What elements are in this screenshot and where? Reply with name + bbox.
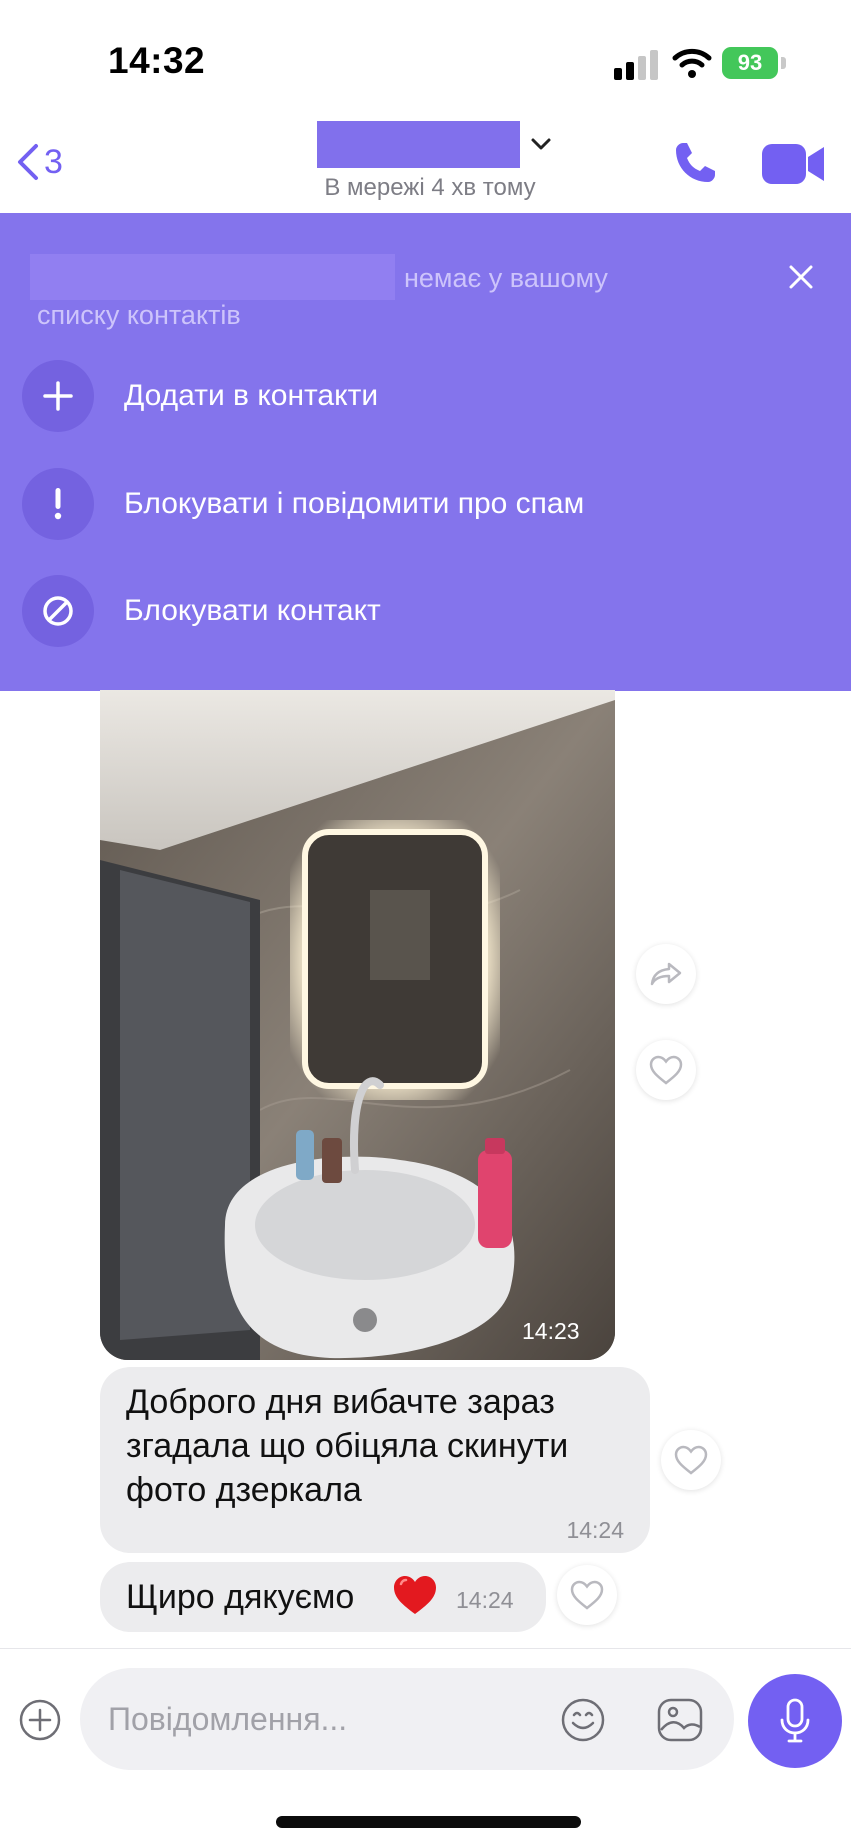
home-indicator[interactable] — [276, 1816, 581, 1828]
message-bubble[interactable]: Щиро дякуємо 14:24 — [100, 1562, 546, 1632]
message-input[interactable] — [80, 1668, 734, 1770]
add-to-contacts-label: Додати в контакти — [124, 379, 379, 412]
photo-message[interactable] — [100, 690, 615, 1360]
message-line: Доброго дня вибачте зараз — [126, 1383, 555, 1421]
block-and-report-spam-button[interactable]: Блокувати і повідомити про спам — [22, 467, 722, 541]
close-icon[interactable] — [786, 262, 816, 292]
microphone-icon — [780, 1698, 810, 1743]
heart-icon — [649, 1055, 683, 1085]
heart-icon — [570, 1580, 604, 1610]
message-bubble[interactable]: Доброго дня вибачте зараз згадала що обі… — [100, 1367, 650, 1553]
emoji-icon[interactable] — [560, 1697, 606, 1743]
cellular-signal-icon — [614, 50, 658, 80]
plus-circle-icon[interactable] — [18, 1698, 62, 1742]
heart-icon — [674, 1445, 708, 1475]
message-line: фото дзеркала — [126, 1471, 362, 1509]
banner-contact-name-redacted — [30, 254, 395, 300]
status-time: 14:32 — [108, 40, 206, 81]
message-text: Щиро дякуємо — [126, 1578, 355, 1616]
voice-message-button[interactable] — [748, 1674, 842, 1768]
back-button[interactable]: 3 — [14, 142, 63, 182]
block-and-report-spam-label: Блокувати і повідомити про спам — [124, 487, 585, 520]
banner-notice-line1: немає у вашому — [404, 263, 608, 293]
red-heart-icon — [394, 1576, 436, 1614]
message-time: 14:23 — [522, 1318, 580, 1344]
add-to-contacts-button[interactable]: Додати в контакти — [22, 359, 722, 433]
chevron-down-icon[interactable] — [530, 136, 552, 152]
like-button[interactable] — [661, 1430, 721, 1490]
share-icon — [650, 962, 682, 986]
phone-icon[interactable] — [670, 138, 720, 188]
block-contact-button[interactable]: Блокувати контакт — [22, 574, 722, 648]
last-seen-status: В мережі 4 хв тому — [324, 174, 536, 201]
bathroom-mirror-photo — [100, 690, 615, 1360]
message-line: згадала що обіцяла скинути — [126, 1427, 569, 1465]
forward-button[interactable] — [636, 944, 696, 1004]
block-contact-label: Блокувати контакт — [124, 594, 381, 627]
exclamation-icon — [22, 468, 94, 540]
plus-icon — [22, 360, 94, 432]
battery-indicator: 93 — [722, 47, 786, 79]
gallery-icon[interactable] — [656, 1697, 704, 1743]
message-time: 14:24 — [566, 1517, 624, 1543]
battery-level: 93 — [722, 47, 778, 79]
like-button[interactable] — [557, 1565, 617, 1625]
message-time: 14:24 — [456, 1587, 514, 1613]
wifi-icon — [672, 48, 712, 78]
chevron-left-icon — [18, 144, 38, 180]
like-button[interactable] — [636, 1040, 696, 1100]
block-icon — [22, 575, 94, 647]
video-camera-icon[interactable] — [760, 142, 826, 186]
contact-name-redacted[interactable] — [317, 121, 520, 168]
banner-notice-line2: списку контактів — [37, 300, 241, 330]
unread-count: 3 — [44, 142, 63, 181]
